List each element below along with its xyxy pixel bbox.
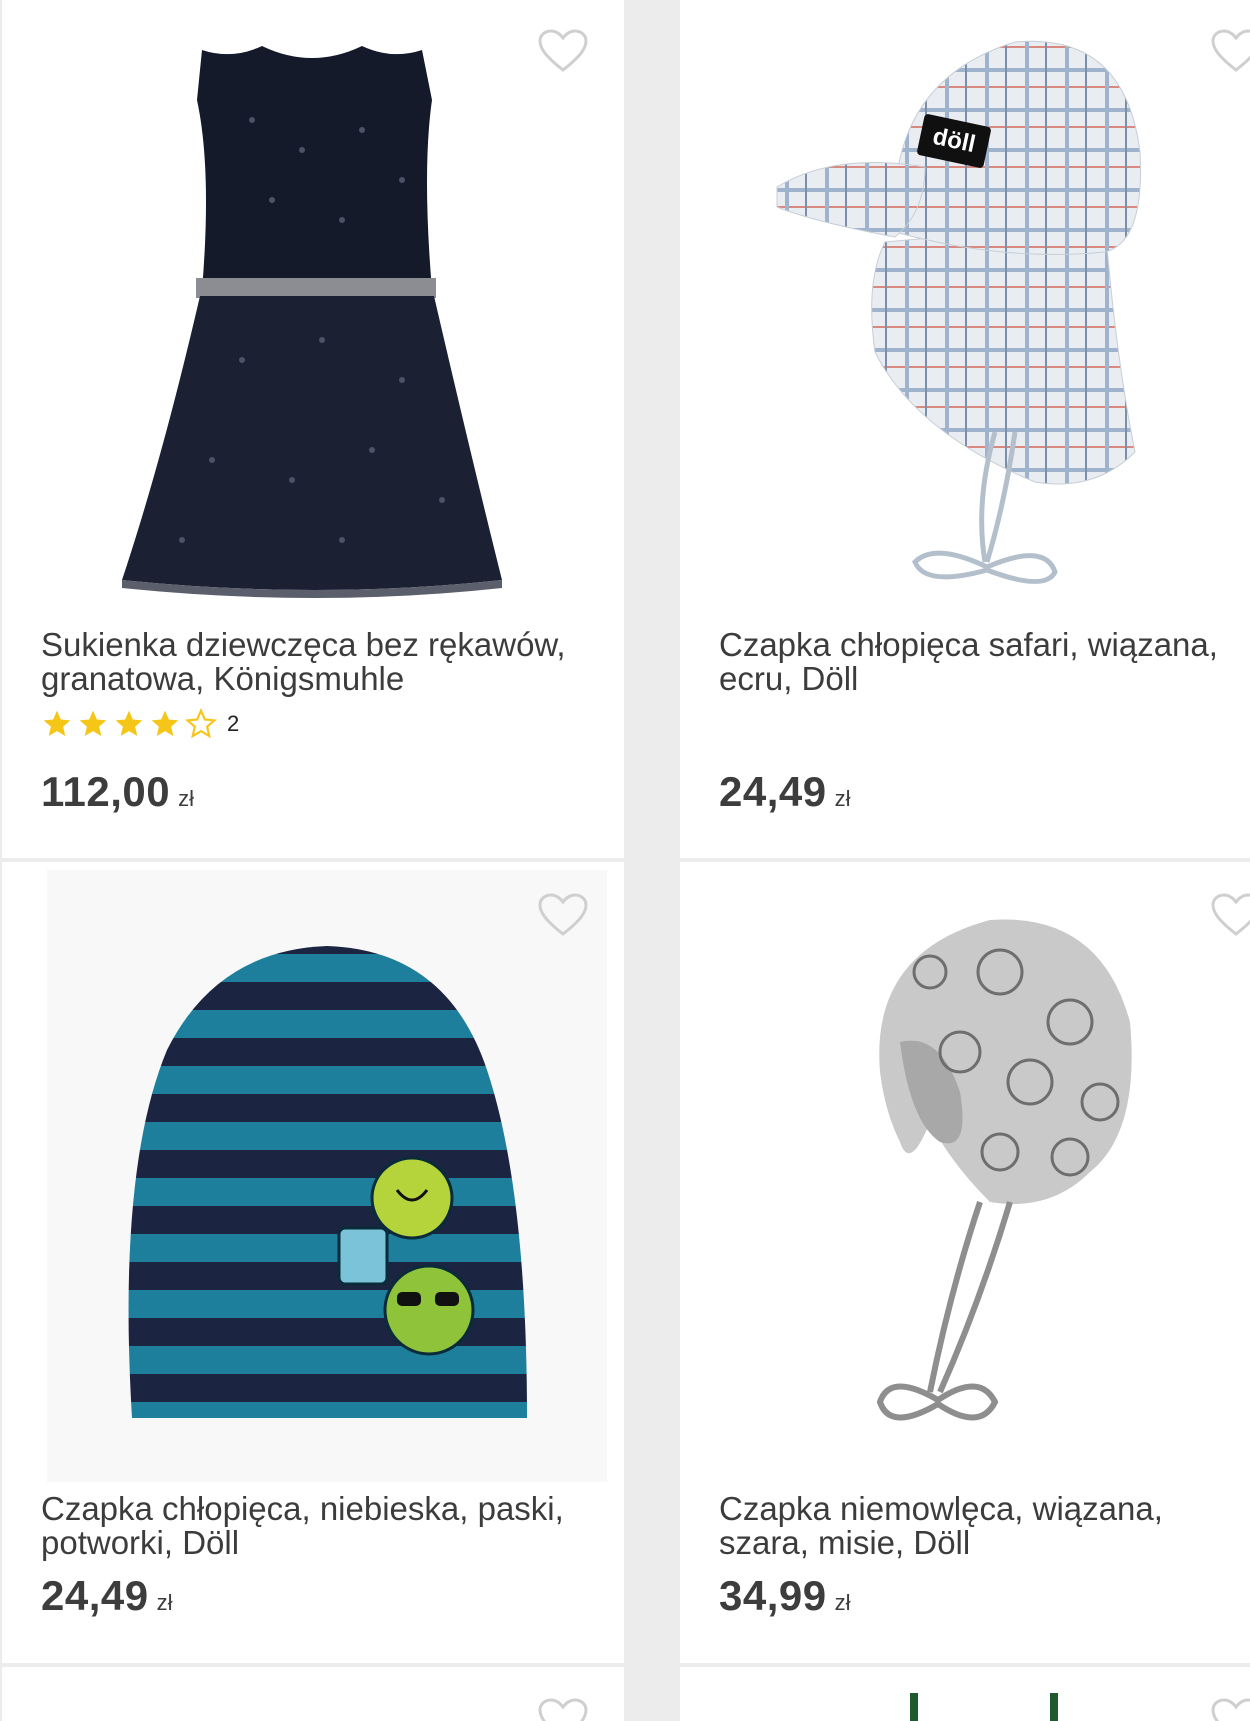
favorite-heart-icon[interactable] [537, 1697, 589, 1721]
product-price: 112,00 zł [41, 768, 194, 816]
product-price: 34,99 zł [719, 1572, 851, 1620]
favorite-heart-icon[interactable] [1210, 28, 1250, 74]
product-title-line: potworki, Döll [41, 1524, 240, 1561]
star-outline-icon [185, 708, 217, 740]
product-image-partial[interactable] [900, 1689, 1080, 1721]
product-title-line: Sukienka dziewczęca bez rękawów, [41, 626, 566, 663]
product-title-line: Czapka niemowlęca, wiązana, [719, 1490, 1163, 1527]
product-image-safari-cap[interactable]: döll [775, 22, 1165, 612]
star-filled-icon [41, 708, 73, 740]
product-title-line: granatowa, Königsmuhle [41, 660, 405, 697]
price-amount: 112,00 [41, 768, 171, 815]
product-card[interactable]: Sukienka dziewczęca bez rękawów, granato… [2, 0, 624, 858]
review-count: 2 [227, 711, 240, 736]
price-currency: zł [178, 786, 195, 811]
star-filled-icon [113, 708, 145, 740]
product-image-striped-beanie[interactable] [47, 870, 607, 1482]
product-title[interactable]: Sukienka dziewczęca bez rękawów, granato… [41, 628, 601, 696]
product-card[interactable]: Czapka niemowlęca, wiązana, szara, misie… [680, 862, 1250, 1663]
price-amount: 24,49 [719, 768, 827, 815]
product-title[interactable]: Czapka chłopięca, niebieska, paski, potw… [41, 1492, 601, 1560]
favorite-heart-icon[interactable] [537, 28, 589, 74]
price-amount: 34,99 [719, 1572, 827, 1619]
product-card[interactable]: Czapka chłopięca, niebieska, paski, potw… [2, 862, 624, 1663]
price-amount: 24,49 [41, 1572, 149, 1619]
product-image-dress[interactable] [102, 40, 522, 600]
product-title[interactable]: Czapka niemowlęca, wiązana, szara, misie… [719, 1492, 1250, 1560]
product-card[interactable]: döll Czapka chłopięca safari, wiązana, e… [680, 0, 1250, 858]
price-currency: zł [834, 786, 851, 811]
product-card[interactable] [2, 1667, 624, 1721]
favorite-heart-icon[interactable] [1210, 1697, 1250, 1721]
product-price: 24,49 zł [41, 1572, 173, 1620]
product-title-line: Czapka chłopięca safari, wiązana, [719, 626, 1218, 663]
product-title-line: Czapka chłopięca, niebieska, paski, [41, 1490, 564, 1527]
product-title-line: ecru, Döll [719, 660, 859, 697]
product-title-line: szara, misie, Döll [719, 1524, 971, 1561]
rating-stars: 2 [41, 708, 239, 740]
price-currency: zł [834, 1590, 851, 1615]
product-title[interactable]: Czapka chłopięca safari, wiązana, ecru, … [719, 628, 1250, 696]
star-filled-icon [77, 708, 109, 740]
star-filled-icon [149, 708, 181, 740]
favorite-heart-icon[interactable] [537, 892, 589, 938]
product-card[interactable] [680, 1667, 1250, 1721]
product-image-baby-hat[interactable] [870, 912, 1140, 1492]
favorite-heart-icon[interactable] [1210, 892, 1250, 938]
product-price: 24,49 zł [719, 768, 851, 816]
price-currency: zł [156, 1590, 173, 1615]
